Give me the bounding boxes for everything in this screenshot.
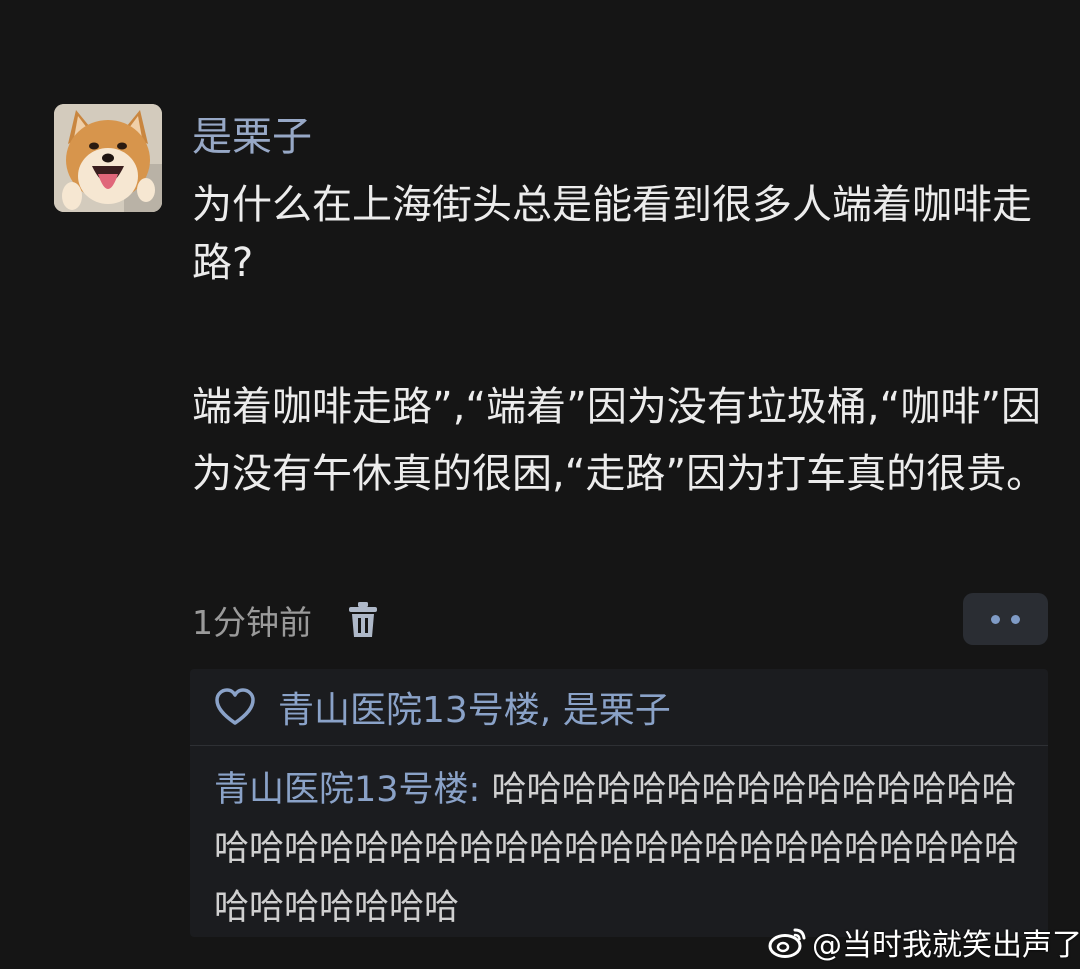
heart-icon[interactable] <box>214 687 256 727</box>
more-dots-icon <box>991 614 1000 624</box>
weibo-logo-icon <box>768 925 808 959</box>
post-timestamp: 1分钟前 <box>192 603 312 642</box>
likes-row: 青山医院13号楼, 是栗子 <box>190 669 1048 746</box>
shiba-dog-avatar-image <box>54 104 162 212</box>
post-author[interactable]: 是栗子 <box>192 112 312 162</box>
more-dots-icon <box>1011 614 1020 624</box>
likes-list[interactable]: 青山医院13号楼, 是栗子 <box>278 681 671 733</box>
trash-icon[interactable] <box>348 601 378 639</box>
reply-box: 青山医院13号楼, 是栗子 青山医院13号楼: 哈哈哈哈哈哈哈哈哈哈哈哈哈哈哈哈… <box>190 669 1048 937</box>
post-meta: 1分钟前 <box>192 596 378 644</box>
post-question: 为什么在上海街头总是能看到很多人端着咖啡走路? <box>192 182 1032 286</box>
more-button[interactable] <box>963 593 1048 645</box>
comment: 青山医院13号楼: 哈哈哈哈哈哈哈哈哈哈哈哈哈哈哈哈哈哈哈哈哈哈哈哈哈哈哈哈哈哈… <box>214 761 1040 938</box>
comment-author[interactable]: 青山医院13号楼: <box>214 770 480 810</box>
avatar[interactable] <box>54 104 162 212</box>
watermark: @当时我就笑出声了 <box>768 920 1080 964</box>
post-answer: 端着咖啡走路”,“端着”因为没有垃圾桶,“咖啡”因为没有午休真的很困,“走路”因… <box>192 384 1047 497</box>
watermark-text: @当时我就笑出声了 <box>812 928 1080 963</box>
